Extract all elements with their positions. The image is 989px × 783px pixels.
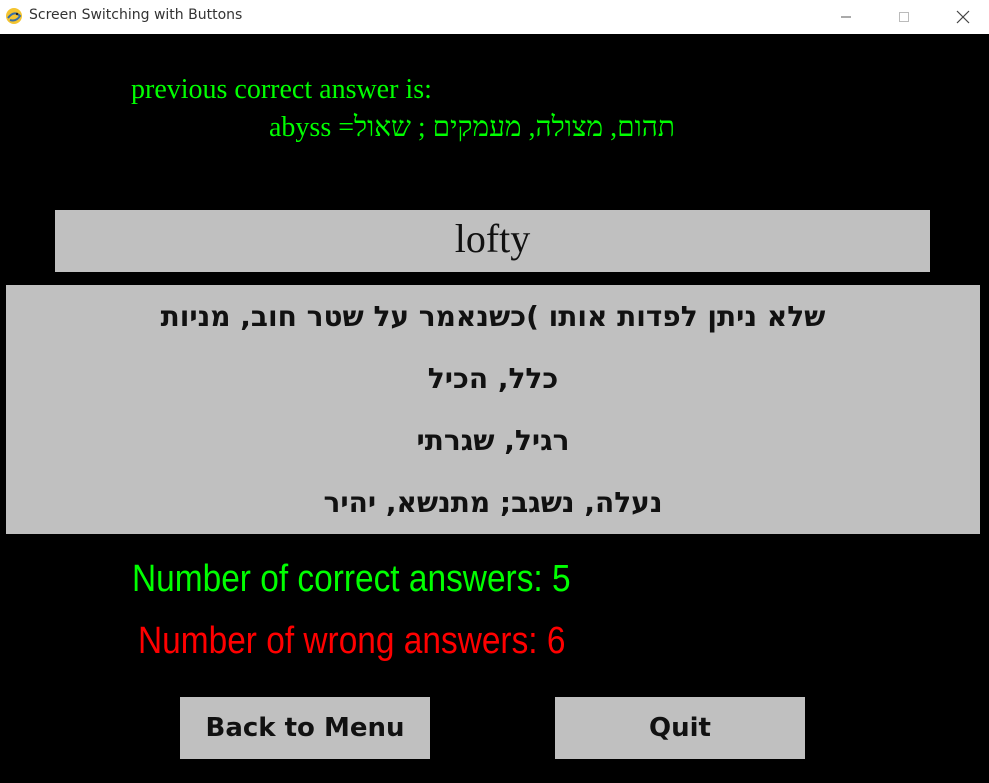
quit-button[interactable]: Quit: [555, 697, 805, 759]
wrong-answers-count: Number of wrong answers: 6: [138, 620, 566, 662]
question-word-box: lofty: [55, 210, 930, 272]
answer-option[interactable]: כלל, הכיל: [6, 347, 980, 409]
answer-option[interactable]: רגיל, שגרתי: [6, 409, 980, 471]
answer-options: שלא ניתן לפדות אותו )כשנאמר על שטר חוב, …: [6, 285, 980, 534]
close-icon: [956, 10, 970, 24]
previous-answer-text: abyss =תהום, מצולה, מעמקים ; שאול: [269, 112, 675, 143]
correct-answers-count: Number of correct answers: 5: [132, 558, 571, 600]
back-to-menu-button[interactable]: Back to Menu: [180, 697, 430, 759]
close-button[interactable]: [940, 0, 986, 34]
maximize-icon: [899, 12, 909, 22]
maximize-button[interactable]: [881, 0, 927, 34]
answer-option[interactable]: שלא ניתן לפדות אותו )כשנאמר על שטר חוב, …: [6, 285, 980, 347]
minimize-icon: [841, 16, 851, 18]
title-bar[interactable]: Screen Switching with Buttons: [0, 0, 989, 34]
window-title: Screen Switching with Buttons: [29, 7, 243, 23]
previous-answer-label: previous correct answer is:: [131, 74, 432, 105]
pygame-snake-icon: [6, 8, 22, 24]
question-word: lofty: [454, 216, 531, 261]
minimize-button[interactable]: [823, 0, 869, 34]
answer-option[interactable]: נעלה, נשגב; מתנשא, יהיר: [6, 471, 980, 533]
